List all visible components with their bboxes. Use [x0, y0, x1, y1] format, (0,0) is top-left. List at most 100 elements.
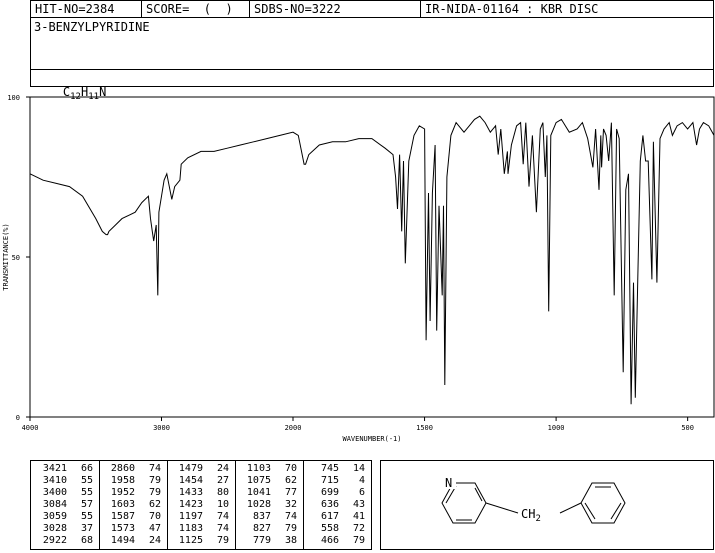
peak-wavenumber: 1075 — [246, 475, 271, 486]
peak-row: 3028 37 — [31, 523, 99, 535]
peak-transmittance: 77 — [284, 487, 297, 498]
peak-wavenumber: 1433 — [178, 487, 203, 498]
peak-transmittance: 24 — [148, 535, 161, 546]
peak-transmittance: 72 — [352, 523, 365, 534]
peak-transmittance: 62 — [148, 499, 161, 510]
benzene-ring — [580, 482, 626, 524]
peak-transmittance: 6 — [358, 487, 365, 498]
y-tick-label: 50 — [12, 254, 20, 262]
peak-table: 3421 66 3410 55 3400 55 3084 57 3059 55 3028 37 2922… — [30, 460, 372, 550]
peak-wavenumber: 617 — [320, 511, 339, 522]
peak-row: 745 14 — [303, 463, 371, 475]
y-axis-label: TRANSMITTANCE(%) — [2, 223, 10, 290]
x-tick-label: 2000 — [285, 424, 302, 432]
peak-wavenumber: 1573 — [110, 523, 135, 534]
peak-transmittance: 4 — [358, 475, 365, 486]
peak-wavenumber: 837 — [252, 511, 271, 522]
peak-wavenumber: 699 — [320, 487, 339, 498]
peak-transmittance: 70 — [284, 463, 297, 474]
peak-transmittance: 41 — [352, 511, 365, 522]
peak-row: 3400 55 — [31, 487, 99, 499]
peak-wavenumber: 1494 — [110, 535, 135, 546]
peak-wavenumber: 827 — [252, 523, 271, 534]
peak-transmittance: 74 — [216, 523, 229, 534]
peak-column: 2860 74 1958 79 1952 79 1603 62 1587 70 1573 47 1494… — [99, 461, 167, 551]
peak-transmittance: 68 — [80, 535, 93, 546]
peak-wavenumber: 3400 — [42, 487, 67, 498]
peak-row: 1197 74 — [167, 511, 235, 523]
y-tick-label: 0 — [16, 414, 20, 422]
peak-row: 2922 68 — [31, 535, 99, 547]
peak-wavenumber: 779 — [252, 535, 271, 546]
peak-transmittance: 66 — [80, 463, 93, 474]
x-tick-label: 1000 — [548, 424, 565, 432]
peak-row: 617 41 — [303, 511, 371, 523]
peak-wavenumber: 1125 — [178, 535, 203, 546]
peak-wavenumber: 3421 — [42, 463, 67, 474]
peak-row: 1573 47 — [99, 523, 167, 535]
peak-row: 1423 10 — [167, 499, 235, 511]
peak-transmittance: 80 — [216, 487, 229, 498]
peak-column: 1103 70 1075 62 1041 77 1028 32 837 74 827 79 779 38 — [235, 461, 303, 551]
peak-wavenumber: 466 — [320, 535, 339, 546]
peak-wavenumber: 1197 — [178, 511, 203, 522]
peak-row: 1041 77 — [235, 487, 303, 499]
peak-row: 1454 27 — [167, 475, 235, 487]
structure-panel: N CH2 — [380, 460, 714, 550]
peak-wavenumber: 1952 — [110, 487, 135, 498]
x-tick-label: 4000 — [22, 424, 39, 432]
peak-wavenumber: 3028 — [42, 523, 67, 534]
x-tick-label: 1500 — [416, 424, 433, 432]
peak-row: 466 79 — [303, 535, 371, 547]
peak-row: 636 43 — [303, 499, 371, 511]
peak-wavenumber: 1183 — [178, 523, 203, 534]
ir-spectrum-chart: 4000 3000 2000 1500 1000 500 100500 WAVENUMBE… — [2, 94, 715, 443]
peak-wavenumber: 3084 — [42, 499, 67, 510]
peak-wavenumber: 2922 — [42, 535, 67, 546]
peak-transmittance: 74 — [216, 511, 229, 522]
peak-wavenumber: 715 — [320, 475, 339, 486]
peak-row: 837 74 — [235, 511, 303, 523]
peak-wavenumber: 1103 — [246, 463, 271, 474]
peak-row: 1433 80 — [167, 487, 235, 499]
peak-transmittance: 55 — [80, 511, 93, 522]
peak-transmittance: 37 — [80, 523, 93, 534]
peak-wavenumber: 3059 — [42, 511, 67, 522]
nitrogen-atom: N — [445, 476, 452, 490]
peak-column: 745 14 715 4 699 6 636 43 617 41 558 72 466 79 — [303, 461, 371, 551]
peak-transmittance: 47 — [148, 523, 161, 534]
peak-wavenumber: 636 — [320, 499, 339, 510]
peak-column: 3421 66 3410 55 3400 55 3084 57 3059 55 3028 37 2922… — [31, 461, 99, 551]
peak-wavenumber: 3410 — [42, 475, 67, 486]
x-tick-label: 500 — [681, 424, 694, 432]
peak-transmittance: 14 — [352, 463, 365, 474]
peak-row: 1494 24 — [99, 535, 167, 547]
x-axis-label: WAVENUMBER(-1) — [342, 435, 401, 443]
peak-row: 715 4 — [303, 475, 371, 487]
peak-row: 1183 74 — [167, 523, 235, 535]
peak-row: 3410 55 — [31, 475, 99, 487]
peak-row: 3084 57 — [31, 499, 99, 511]
peak-transmittance: 24 — [216, 463, 229, 474]
peak-row: 699 6 — [303, 487, 371, 499]
peak-wavenumber: 1603 — [110, 499, 135, 510]
peak-transmittance: 10 — [216, 499, 229, 510]
x-tick-label: 3000 — [153, 424, 170, 432]
peak-row: 1103 70 — [235, 463, 303, 475]
peak-wavenumber: 1028 — [246, 499, 271, 510]
peak-row: 3059 55 — [31, 511, 99, 523]
peak-row: 1958 79 — [99, 475, 167, 487]
peak-wavenumber: 1958 — [110, 475, 135, 486]
ch2-label: CH2 — [521, 507, 541, 524]
peak-transmittance: 79 — [148, 487, 161, 498]
peak-transmittance: 74 — [284, 511, 297, 522]
peak-transmittance: 32 — [284, 499, 297, 510]
peak-transmittance: 74 — [148, 463, 161, 474]
peak-wavenumber: 745 — [320, 463, 339, 474]
peak-row: 1587 70 — [99, 511, 167, 523]
peak-row: 1603 62 — [99, 499, 167, 511]
y-tick-label: 100 — [7, 94, 20, 102]
peak-transmittance: 79 — [216, 535, 229, 546]
peak-transmittance: 43 — [352, 499, 365, 510]
peak-column: 1479 24 1454 27 1433 80 1423 10 1197 74 1183 74 1125… — [167, 461, 235, 551]
